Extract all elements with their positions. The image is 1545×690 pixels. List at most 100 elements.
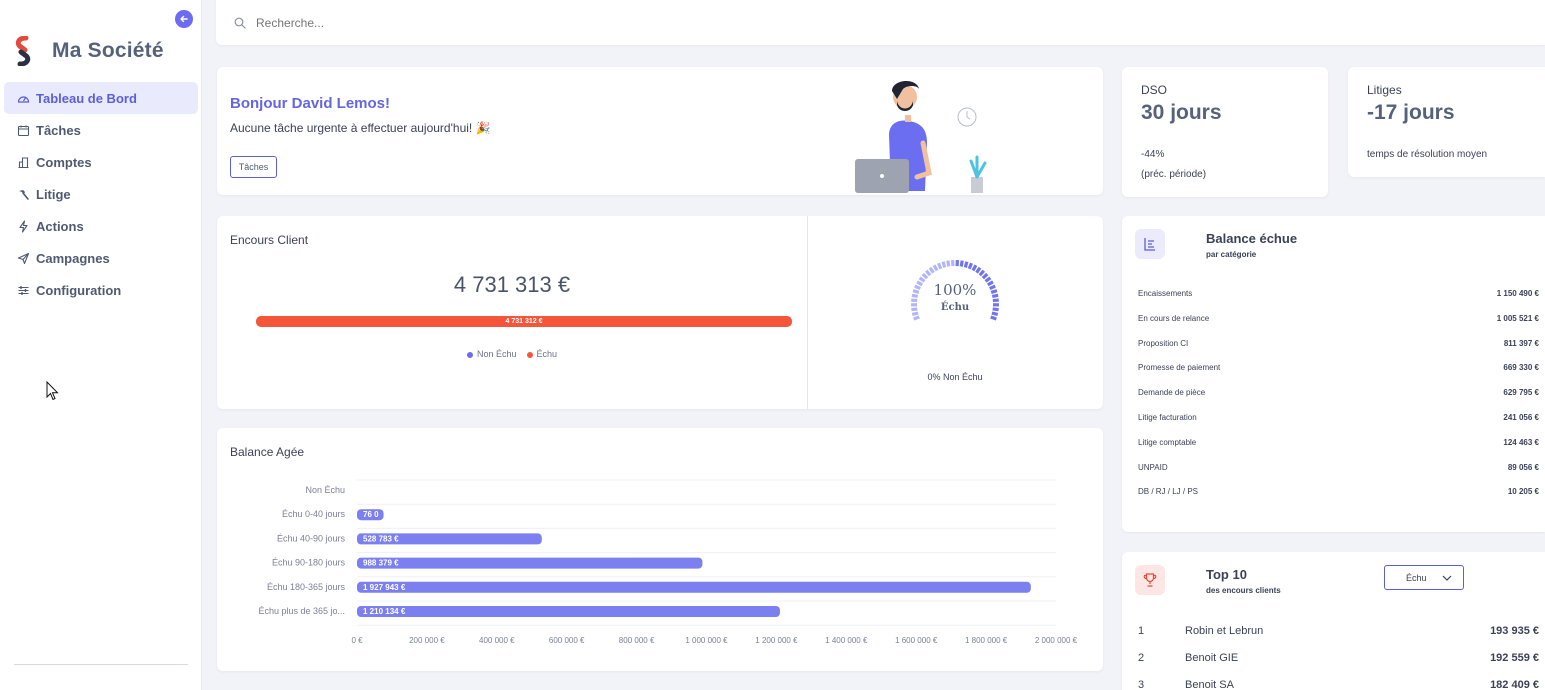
chevron-down-icon <box>1442 575 1452 581</box>
tasks-button[interactable]: Tâches <box>230 156 277 178</box>
calendar-icon <box>16 123 30 137</box>
sidebar: Ma Société Tableau de Bord Tâches Compte… <box>0 0 202 690</box>
encours-bar[interactable]: 4 731 312 € <box>256 316 792 327</box>
balance-echue-row[interactable]: Encaissements 1 150 490 € <box>1138 289 1539 298</box>
gauge-segment <box>971 264 978 272</box>
x-tick-label: 200 000 € <box>409 636 445 645</box>
litiges-value: -17 jours <box>1367 101 1455 124</box>
dso-period: (préc. période) <box>1141 169 1207 180</box>
sidebar-item-litige[interactable]: Litige <box>4 178 198 210</box>
arrow-left-icon <box>180 15 188 23</box>
gauge-percent: 100% <box>933 281 977 299</box>
category-label: Échu 180-365 jours <box>267 582 346 592</box>
gauge-segment <box>946 260 951 267</box>
encours-title: Encours Client <box>230 233 309 247</box>
logo-icon <box>15 36 31 66</box>
sidebar-item-label: Tableau de Bord <box>36 90 137 106</box>
row-label: En cours de relance <box>1138 313 1210 323</box>
balance-echue-row[interactable]: Demande de pièce 629 795 € <box>1138 388 1539 397</box>
sidebar-item-comptes[interactable]: Comptes <box>4 146 198 178</box>
echu-filter-select[interactable]: Échu <box>1384 565 1464 590</box>
x-tick-label: 1 800 000 € <box>965 636 1008 645</box>
sidebar-divider <box>14 664 188 665</box>
x-tick-label: 2 000 000 € <box>1035 636 1078 645</box>
x-tick-label: 400 000 € <box>479 636 515 645</box>
row-label: DB / RJ / LJ / PS <box>1138 487 1199 497</box>
welcome-message: Aucune tâche urgente à effectuer aujourd… <box>230 121 491 135</box>
balance-echue-title: Balance échue <box>1206 231 1298 246</box>
bar[interactable] <box>357 581 1031 593</box>
sidebar-item-label: Configuration <box>36 282 122 298</box>
bolt-icon <box>16 219 30 233</box>
balance-echue-row[interactable]: En cours de relance 1 005 521 € <box>1138 314 1539 323</box>
sidebar-item-actions[interactable]: Actions <box>4 210 198 242</box>
balance-echue-row[interactable]: DB / RJ / LJ / PS 10 205 € <box>1138 487 1539 496</box>
dso-card: DSO 30 jours -44% (préc. période) <box>1122 67 1328 197</box>
sliders-icon <box>16 283 30 297</box>
gauge-segment <box>941 261 947 268</box>
balance-echue-row[interactable]: Litige facturation 241 056 € <box>1138 413 1539 422</box>
gauge-segment <box>928 266 935 274</box>
row-value: 241 056 € <box>1503 413 1539 422</box>
dso-change: -44% <box>1141 149 1165 160</box>
collapse-sidebar-button[interactable] <box>175 10 193 28</box>
row-rank: 3 <box>1138 679 1145 690</box>
dso-title: DSO <box>1141 83 1168 97</box>
row-label: UNPAID <box>1138 462 1168 472</box>
illustration-person-laptop <box>855 80 987 193</box>
sidebar-nav: Tableau de Bord Tâches Comptes Litige Ac… <box>4 82 198 306</box>
row-value: 629 795 € <box>1503 388 1539 398</box>
row-label: Encaissements <box>1138 289 1193 298</box>
gauge-segment <box>911 311 919 316</box>
balance-echue-row[interactable]: Proposition CI 811 397 € <box>1138 339 1539 348</box>
greeting: Bonjour David Lemos! <box>230 95 391 112</box>
gauge-segment <box>921 272 929 280</box>
legend-dot-non-echu <box>466 351 473 358</box>
gauge-segment <box>937 262 943 270</box>
brand-title: Ma Société <box>52 39 164 62</box>
x-tick-label: 1 200 000 € <box>755 636 798 645</box>
row-client-name: Benoit SA <box>1185 679 1234 690</box>
balance-echue-row[interactable]: Promesse de paiement 669 330 € <box>1138 363 1539 372</box>
bar-data-label: 1 210 134 € <box>363 607 406 616</box>
litiges-caption: temps de résolution moyen <box>1367 149 1488 160</box>
balance-echue-subtitle: par catégorie <box>1206 250 1257 259</box>
x-tick-label: 1 600 000 € <box>895 636 938 645</box>
dashboard-icon <box>16 91 30 105</box>
building-icon <box>16 155 30 169</box>
sidebar-item-configuration[interactable]: Configuration <box>4 274 198 306</box>
search-input[interactable] <box>256 15 656 30</box>
row-label: Litige comptable <box>1138 437 1197 447</box>
mouse-cursor <box>46 381 59 401</box>
gauge-segment <box>981 272 989 280</box>
bar[interactable] <box>357 557 703 569</box>
sidebar-item-campagnes[interactable]: Campagnes <box>4 242 198 274</box>
top10-title: Top 10 <box>1206 567 1247 582</box>
row-label: Litige facturation <box>1138 413 1197 422</box>
balance-echue-row[interactable]: Litige comptable 124 463 € <box>1138 438 1539 447</box>
row-rank: 2 <box>1138 652 1145 664</box>
balance-agee-card: Balance Agée Non Échu Échu 0-40 jours 76 0… <box>217 428 1103 671</box>
category-label: Échu plus de 365 jo... <box>258 606 345 616</box>
gauge-caption: 0% Non Échu <box>927 372 983 382</box>
sidebar-item-taches[interactable]: Tâches <box>4 114 198 146</box>
row-label: Proposition CI <box>1138 338 1189 348</box>
dso-value: 30 jours <box>1141 101 1222 124</box>
balance-echue-row[interactable]: UNPAID 89 056 € <box>1138 463 1539 472</box>
list-icon <box>1135 229 1165 259</box>
bar[interactable] <box>357 606 780 617</box>
legend-non-echu[interactable]: Non Échu <box>477 349 517 359</box>
row-value: 669 330 € <box>1503 363 1539 373</box>
sidebar-item-tableau-de-bord[interactable]: Tableau de Bord <box>4 82 198 114</box>
encours-bar-label: 4 731 312 € <box>505 318 543 325</box>
brand[interactable]: Ma Société <box>14 36 164 66</box>
sidebar-item-label: Comptes <box>36 154 92 170</box>
row-label: Promesse de paiement <box>1138 363 1221 373</box>
welcome-card: Bonjour David Lemos! Aucune tâche urgent… <box>217 67 1103 195</box>
sidebar-item-label: Tâches <box>36 122 81 138</box>
legend-echu[interactable]: Échu <box>537 349 558 359</box>
bar-data-label: 988 379 € <box>363 559 399 568</box>
row-value: 89 056 € <box>1507 462 1539 472</box>
encours-total: 4 731 313 € <box>453 272 571 297</box>
category-label: Échu 0-40 jours <box>282 509 346 519</box>
